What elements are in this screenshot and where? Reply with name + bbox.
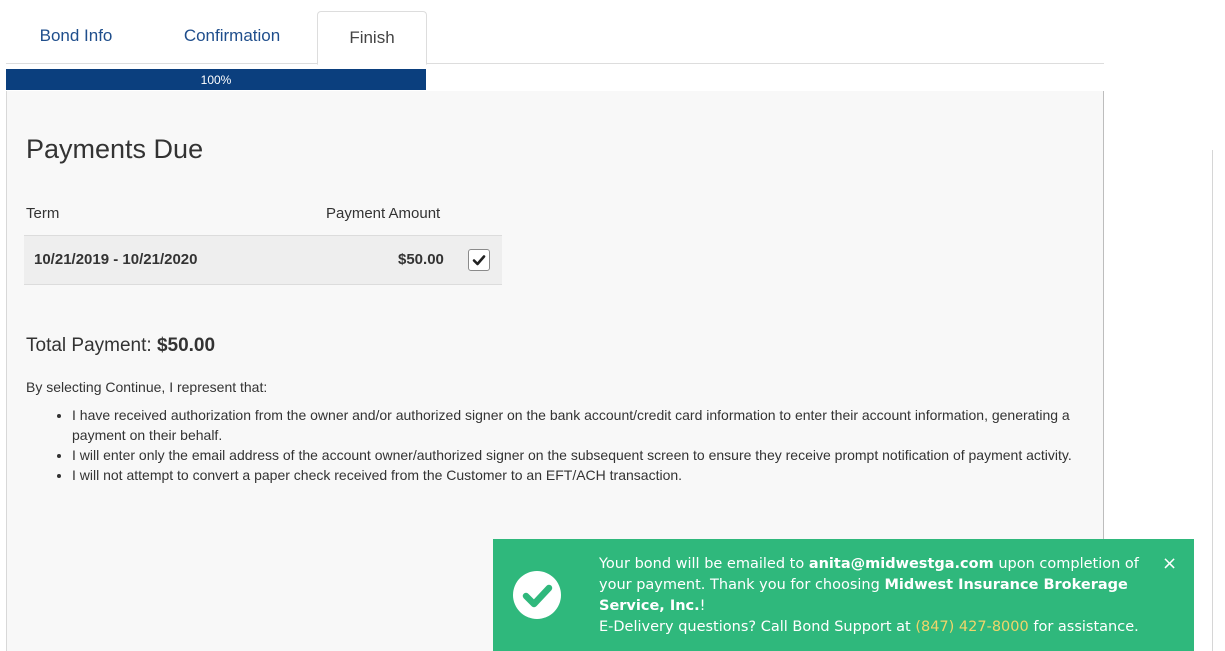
page-title: Payments Due: [26, 134, 204, 164]
disclaimer-intro: By selecting Continue, I represent that:: [26, 379, 268, 395]
table-row: 10/21/2019 - 10/21/2020 $50.00: [24, 235, 502, 285]
total-payment: Total Payment: $50.00: [26, 335, 215, 357]
toast-text-part: Your bond will be emailed to: [599, 556, 809, 572]
column-header-term: Term: [26, 205, 60, 222]
scrollbar[interactable]: [1212, 150, 1225, 651]
toast-email: anita@midwestga.com: [808, 556, 994, 572]
toast-text-part: E-Delivery questions? Call Bond Support …: [599, 619, 916, 635]
tab-confirmation[interactable]: Confirmation: [178, 10, 286, 62]
payment-select-checkbox[interactable]: [468, 249, 490, 271]
list-item: I have received authorization from the o…: [72, 405, 1082, 445]
success-toast: Your bond will be emailed to anita@midwe…: [493, 539, 1194, 651]
wizard-tabs: Bond Info Confirmation Finish: [6, 10, 1104, 65]
total-payment-value: $50.00: [156, 335, 216, 356]
disclaimer-list: I have received authorization from the o…: [52, 405, 1082, 485]
toast-text-part: for assistance.: [1028, 619, 1139, 635]
tab-finish[interactable]: Finish: [317, 11, 427, 65]
check-circle-icon: [513, 571, 561, 619]
tab-bond-info[interactable]: Bond Info: [32, 10, 120, 62]
progress-bar: 100%: [6, 69, 426, 90]
list-item: I will enter only the email address of t…: [72, 445, 1082, 465]
term-value: 10/21/2019 - 10/21/2020: [34, 251, 198, 268]
progress-bar-fill: 100%: [6, 69, 426, 90]
support-phone[interactable]: (847) 427-8000: [915, 619, 1028, 635]
column-header-payment-amount: Payment Amount: [326, 205, 441, 222]
payment-amount-value: $50.00: [398, 251, 444, 268]
toast-message: Your bond will be emailed to anita@midwe…: [599, 554, 1144, 638]
toast-text-part: !: [699, 598, 706, 614]
checkmark-icon: [472, 255, 486, 266]
close-icon[interactable]: ×: [1162, 555, 1177, 573]
total-payment-label: Total Payment:: [26, 335, 157, 356]
list-item: I will not attempt to convert a paper ch…: [72, 465, 1082, 485]
